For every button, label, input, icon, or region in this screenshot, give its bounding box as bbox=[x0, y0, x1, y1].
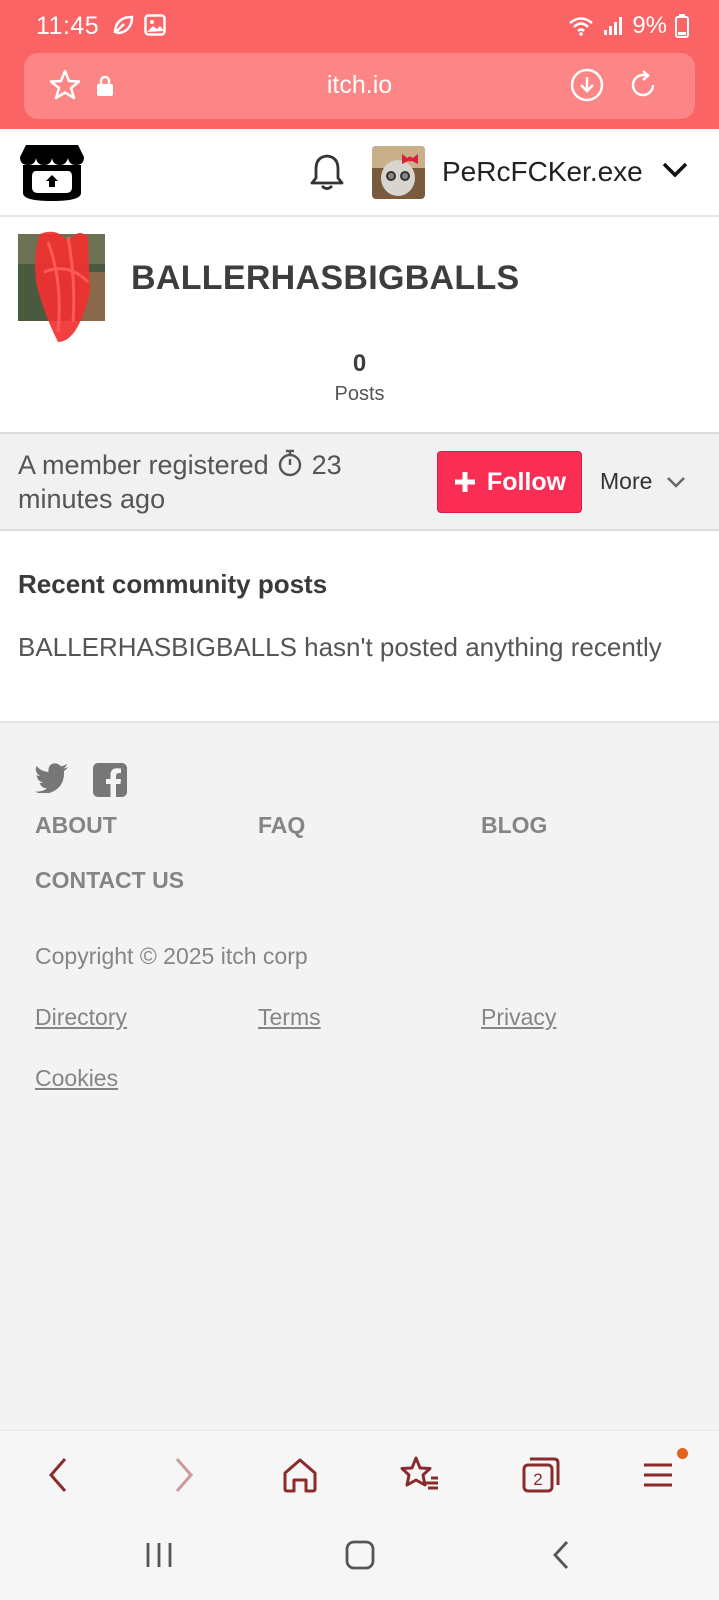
profile-avatar bbox=[18, 231, 105, 342]
battery-icon bbox=[675, 14, 689, 38]
leaf-icon bbox=[113, 15, 134, 35]
recent-apps-icon[interactable] bbox=[142, 1538, 176, 1572]
chevron-down-icon[interactable] bbox=[661, 161, 689, 179]
footer-link-cookies[interactable]: Cookies bbox=[35, 1065, 118, 1092]
site-header: PeRcFCKer.exe bbox=[0, 129, 719, 217]
notification-dot bbox=[677, 1448, 688, 1459]
signal-icon bbox=[604, 17, 623, 35]
posts-label[interactable]: Posts bbox=[0, 383, 719, 406]
notification-icons bbox=[112, 14, 166, 36]
browser-toolbar: 2 bbox=[0, 1430, 719, 1518]
avatar-image bbox=[372, 146, 425, 199]
tabs-icon[interactable]: 2 bbox=[518, 1453, 562, 1497]
recent-posts-heading: Recent community posts bbox=[18, 569, 328, 599]
plus-icon bbox=[454, 472, 475, 492]
url-bar[interactable]: itch.io bbox=[24, 53, 695, 119]
itch-logo-icon[interactable] bbox=[18, 143, 86, 203]
home-icon[interactable] bbox=[278, 1453, 322, 1497]
twitter-icon[interactable] bbox=[35, 763, 69, 793]
posts-count[interactable]: 0 bbox=[0, 350, 719, 378]
member-text-a: A member registered bbox=[18, 450, 269, 480]
back-nav-icon[interactable] bbox=[545, 1538, 579, 1572]
status-bar: 11:45 9% bbox=[0, 0, 719, 52]
profile-avatar-image bbox=[18, 231, 105, 342]
copyright: Copyright © 2025 itch corp bbox=[35, 943, 308, 969]
bookmarks-icon[interactable] bbox=[398, 1453, 442, 1497]
wifi-icon bbox=[569, 17, 594, 36]
more-button[interactable]: More bbox=[600, 468, 686, 495]
status-time: 11:45 bbox=[36, 12, 100, 40]
footer-link-blog[interactable]: BLOG bbox=[481, 812, 547, 839]
footer-link-faq[interactable]: FAQ bbox=[258, 812, 305, 839]
footer-link-contact[interactable]: CONTACT US bbox=[35, 867, 184, 894]
stopwatch-icon bbox=[278, 449, 302, 477]
battery-percent: 9% bbox=[632, 12, 667, 39]
status-right: 9% bbox=[568, 12, 689, 40]
footer-link-privacy[interactable]: Privacy bbox=[481, 1004, 556, 1031]
menu-icon bbox=[644, 1463, 672, 1487]
bell-icon[interactable] bbox=[310, 153, 344, 191]
back-icon[interactable] bbox=[38, 1453, 82, 1497]
follow-label: Follow bbox=[486, 467, 567, 496]
footer-link-directory[interactable]: Directory bbox=[35, 1004, 127, 1031]
menu-button[interactable] bbox=[638, 1448, 688, 1497]
member-bar: A member registered 23 minutes ago Follo… bbox=[0, 434, 719, 531]
facebook-icon[interactable] bbox=[93, 763, 127, 797]
chevron-down-icon bbox=[667, 476, 686, 488]
tabs-count: 2 bbox=[533, 1470, 542, 1489]
site-footer: ABOUT FAQ BLOG CONTACT US Copyright © 20… bbox=[0, 723, 719, 1430]
browser-top-bar: 11:45 9% itch.io bbox=[0, 0, 719, 129]
forward-icon[interactable] bbox=[160, 1453, 204, 1497]
member-text-c: minutes ago bbox=[18, 484, 166, 514]
social-links bbox=[35, 763, 127, 797]
reload-icon[interactable] bbox=[626, 68, 660, 102]
recent-posts-section: Recent community posts BALLERHASBIGBALLS… bbox=[0, 531, 719, 723]
download-icon[interactable] bbox=[570, 68, 604, 102]
home-nav-icon[interactable] bbox=[343, 1538, 377, 1572]
system-nav-bar bbox=[0, 1518, 719, 1600]
follow-button[interactable]: Follow bbox=[437, 451, 582, 513]
footer-link-about[interactable]: ABOUT bbox=[35, 812, 117, 839]
member-text-b: 23 bbox=[311, 450, 342, 480]
image-icon bbox=[144, 14, 166, 36]
profile-name: BALLERHASBIGBALLS bbox=[131, 259, 520, 297]
profile-header: BALLERHASBIGBALLS 0 Posts bbox=[0, 217, 719, 434]
member-registered-text: A member registered 23 minutes ago bbox=[18, 448, 398, 516]
more-label: More bbox=[600, 468, 653, 494]
footer-link-terms[interactable]: Terms bbox=[258, 1004, 321, 1031]
user-avatar[interactable] bbox=[372, 146, 425, 199]
username[interactable]: PeRcFCKer.exe bbox=[442, 156, 643, 188]
recent-posts-empty-message: BALLERHASBIGBALLS hasn't posted anything… bbox=[18, 632, 662, 662]
